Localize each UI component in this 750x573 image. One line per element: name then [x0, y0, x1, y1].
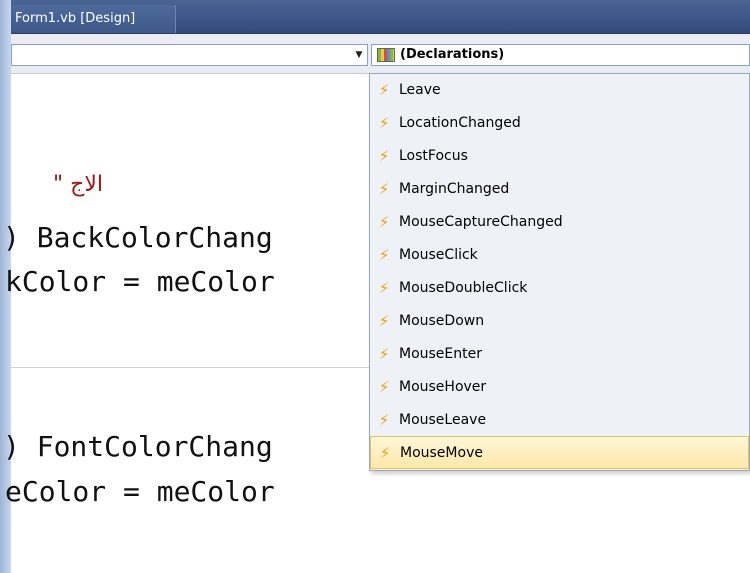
string-literal-fragment: " الاج	[53, 172, 103, 197]
dropdown-item-mousedown[interactable]: ⚡ MouseDown	[370, 305, 749, 338]
event-bolt-icon: ⚡	[378, 378, 390, 396]
dropdown-item-label: MouseDown	[399, 313, 485, 329]
dropdown-item-mousehover[interactable]: ⚡ MouseHover	[370, 371, 749, 404]
member-combo-value: (Declarations)	[400, 47, 505, 62]
event-bolt-icon: ⚡	[378, 345, 390, 363]
dropdown-item-lostfocus[interactable]: ⚡ LostFocus	[370, 140, 749, 173]
event-bolt-icon: ⚡	[378, 279, 390, 297]
dropdown-item-mouseclick[interactable]: ⚡ MouseClick	[370, 239, 749, 272]
chevron-down-icon[interactable]: ▼	[353, 48, 365, 62]
dropdown-item-label: MarginChanged	[399, 181, 510, 197]
event-bolt-icon: ⚡	[378, 114, 390, 132]
declarations-icon	[377, 48, 395, 62]
dropdown-item-mousemove[interactable]: ⚡ MouseMove	[370, 436, 749, 469]
dropdown-item-mouseenter[interactable]: ⚡ MouseEnter	[370, 338, 749, 371]
event-bolt-icon: ⚡	[378, 180, 390, 198]
dropdown-item-label: MouseLeave	[399, 412, 487, 428]
tab-title: Form1.vb [Design]	[15, 11, 136, 26]
dropdown-item-marginchanged[interactable]: ⚡ MarginChanged	[370, 173, 749, 206]
tab-form1-design[interactable]: Form1.vb [Design]	[11, 5, 176, 33]
dropdown-item-locationchanged[interactable]: ⚡ LocationChanged	[370, 107, 749, 140]
event-bolt-icon: ⚡	[378, 312, 390, 330]
member-dropdown-list[interactable]: ⚡ Leave ⚡ LocationChanged ⚡ LostFocus ⚡ …	[369, 73, 750, 471]
event-bolt-icon: ⚡	[378, 246, 390, 264]
document-tab-bar: Form1.vb [Design]	[11, 0, 750, 34]
dropdown-item-label: LocationChanged	[399, 115, 521, 131]
dropdown-item-label: LostFocus	[399, 148, 468, 164]
dropdown-item-label: MouseClick	[399, 247, 478, 263]
event-bolt-icon: ⚡	[378, 213, 390, 231]
event-bolt-icon: ⚡	[378, 411, 390, 429]
code-line: kColor = meColor	[5, 265, 275, 298]
class-name-combo[interactable]: ▼	[11, 44, 368, 66]
dropdown-item-label: MouseDoubleClick	[399, 280, 528, 296]
event-bolt-icon: ⚡	[379, 444, 391, 462]
code-line: ) FontColorChang	[3, 430, 273, 463]
code-line: ) BackColorChang	[3, 221, 273, 254]
event-bolt-icon: ⚡	[378, 147, 390, 165]
dropdown-item-label: MouseMove	[400, 445, 483, 461]
event-bolt-icon: ⚡	[378, 81, 390, 99]
method-name-combo[interactable]: (Declarations)	[371, 44, 750, 66]
dropdown-item-label: MouseHover	[399, 379, 487, 395]
dropdown-item-mousecapturechanged[interactable]: ⚡ MouseCaptureChanged	[370, 206, 749, 239]
dropdown-item-label: MouseCaptureChanged	[399, 214, 563, 230]
dropdown-item-mousedoubleclick[interactable]: ⚡ MouseDoubleClick	[370, 272, 749, 305]
dropdown-item-leave[interactable]: ⚡ Leave	[370, 74, 749, 107]
dropdown-item-label: Leave	[399, 82, 441, 98]
code-line: eColor = meColor	[5, 475, 275, 508]
dropdown-item-label: MouseEnter	[399, 346, 483, 362]
navigation-bar: ▼ (Declarations)	[11, 34, 750, 74]
dropdown-item-mouseleave[interactable]: ⚡ MouseLeave	[370, 404, 749, 437]
